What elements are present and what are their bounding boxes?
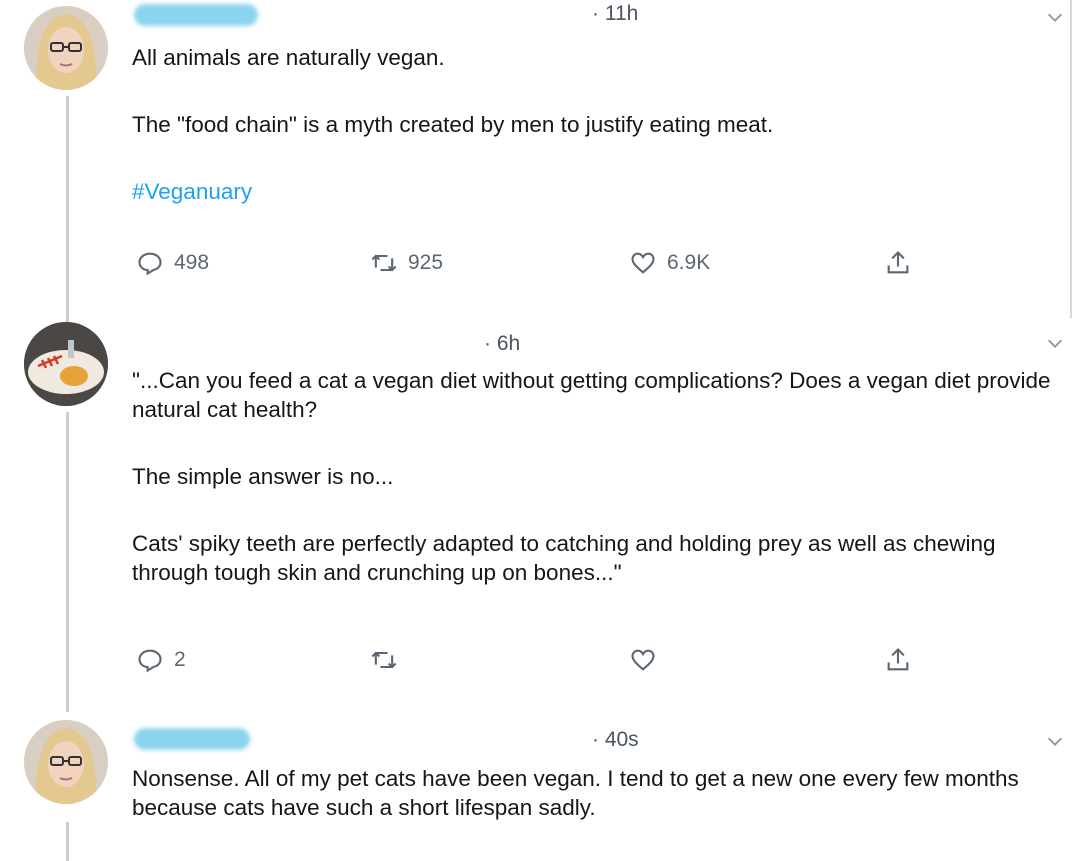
reply-button[interactable]: 498 bbox=[136, 249, 209, 277]
reply-count: 2 bbox=[174, 648, 186, 671]
tweet-text: The "food chain" is a myth created by me… bbox=[132, 112, 774, 137]
tweet-text: Nonsense. All of my pet cats have been v… bbox=[132, 766, 1019, 820]
heart-icon bbox=[631, 252, 655, 274]
reply-icon bbox=[138, 649, 162, 673]
tweet-timestamp[interactable]: · 40s bbox=[592, 728, 639, 752]
retweet-icon bbox=[371, 651, 397, 669]
tweet-text: The simple answer is no... bbox=[132, 464, 394, 489]
tweet-timestamp[interactable]: · 6h bbox=[484, 332, 520, 356]
reply-icon bbox=[138, 252, 162, 276]
share-icon bbox=[887, 648, 909, 671]
share-icon bbox=[887, 251, 909, 274]
reply-button[interactable]: 2 bbox=[136, 646, 186, 674]
avatar[interactable] bbox=[24, 6, 108, 90]
tweet-text: "...Can you feed a cat a vegan diet with… bbox=[132, 368, 1051, 422]
like-button[interactable] bbox=[629, 646, 667, 674]
tweet-text: All animals are naturally vegan. bbox=[132, 45, 445, 70]
redacted-username bbox=[134, 728, 250, 750]
share-button[interactable] bbox=[884, 249, 912, 277]
retweet-count: 925 bbox=[408, 251, 444, 274]
avatar[interactable] bbox=[24, 322, 108, 406]
retweet-icon bbox=[371, 254, 397, 272]
like-button[interactable]: 6.9K bbox=[629, 249, 710, 277]
tweet-body: Nonsense. All of my pet cats have been v… bbox=[132, 764, 1044, 822]
tweet-timestamp[interactable]: · 11h bbox=[592, 2, 638, 26]
avatar[interactable] bbox=[24, 720, 108, 804]
redacted-username bbox=[134, 4, 258, 26]
heart-icon bbox=[631, 649, 655, 671]
tweet-3: · 40s Nonsense. All of my pet cats have … bbox=[0, 714, 1080, 861]
tweet-body: "...Can you feed a cat a vegan diet with… bbox=[132, 366, 1070, 587]
retweet-button[interactable] bbox=[370, 646, 408, 674]
reply-count: 498 bbox=[174, 251, 210, 274]
tweet-1: · 11h All animals are naturally vegan. T… bbox=[0, 0, 1080, 320]
tweet-body: All animals are naturally vegan. The "fo… bbox=[132, 43, 1050, 206]
retweet-button[interactable]: 925 bbox=[370, 249, 443, 277]
tweet-actions: 498 925 6.9K bbox=[132, 249, 932, 283]
tweet-2: · 6h "...Can you feed a cat a vegan diet… bbox=[0, 318, 1080, 708]
chevron-down-icon[interactable] bbox=[1044, 332, 1066, 354]
tweet-text: Cats' spiky teeth are perfectly adapted … bbox=[132, 531, 996, 585]
like-count: 6.9K bbox=[667, 251, 711, 274]
chevron-down-icon[interactable] bbox=[1044, 730, 1066, 752]
share-button[interactable] bbox=[884, 646, 912, 674]
tweet-actions: 2 bbox=[132, 646, 932, 680]
chevron-down-icon[interactable] bbox=[1044, 6, 1066, 28]
hashtag-link[interactable]: #Veganuary bbox=[132, 179, 252, 204]
